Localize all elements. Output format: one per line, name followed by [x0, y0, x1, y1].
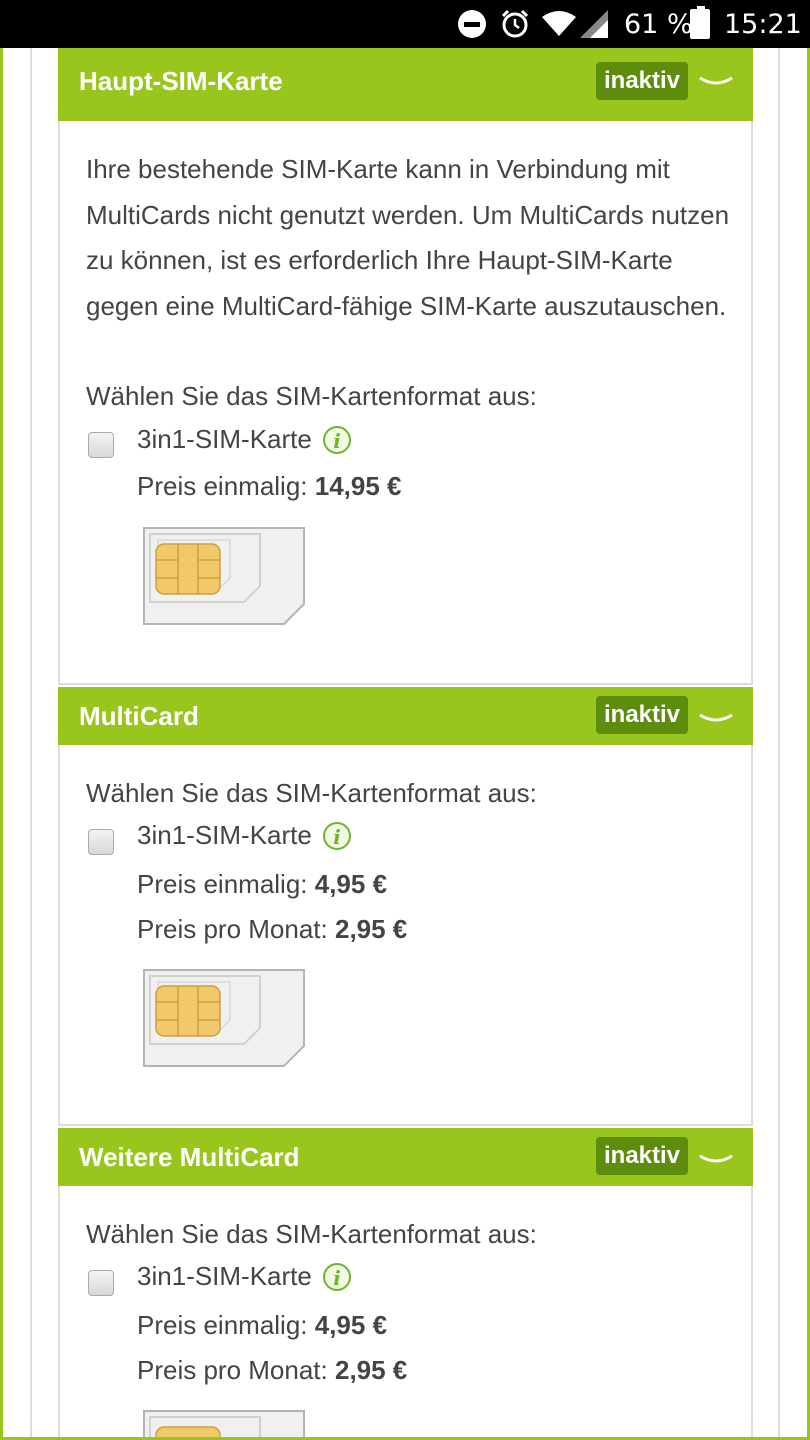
battery-percentage: 61 % [624, 8, 693, 40]
price-month: Preis pro Monat: 2,95 € [137, 1355, 407, 1386]
price-once-value: 4,95 € [314, 1310, 388, 1340]
info-icon[interactable]: i [322, 821, 352, 851]
price-once: Preis einmalig: 14,95 € [137, 471, 402, 502]
status-badge: inaktiv [596, 1137, 689, 1175]
option-label-row: 3in1-SIM-Karte i [137, 820, 352, 851]
sim-card-image [143, 969, 305, 1067]
info-icon[interactable]: i [322, 425, 352, 455]
section-header-weitere-multicard[interactable]: Weitere MultiCard inaktiv [58, 1128, 753, 1186]
section-body-haupt-sim: Ihre bestehende SIM-Karte kann in Verbin… [58, 121, 753, 685]
sim-format-checkbox[interactable] [88, 829, 114, 855]
section-header-multicard[interactable]: MultiCard inaktiv [58, 687, 753, 745]
svg-text:i: i [333, 1266, 341, 1290]
alarm-icon [500, 0, 530, 48]
price-once-value: 14,95 € [314, 471, 402, 501]
price-once: Preis einmalig: 4,95 € [137, 869, 387, 900]
do-not-disturb-icon [458, 0, 486, 48]
info-icon[interactable]: i [322, 1262, 352, 1292]
sim-format-checkbox[interactable] [88, 1270, 114, 1296]
price-once: Preis einmalig: 4,95 € [137, 1310, 387, 1341]
chevron-down-icon[interactable] [698, 70, 734, 94]
sim-card-image [143, 527, 305, 625]
divider [30, 48, 32, 1440]
divider [778, 48, 780, 1440]
section-header-haupt-sim[interactable]: Haupt-SIM-Karte inaktiv [58, 48, 753, 121]
price-once-value: 4,95 € [314, 869, 388, 899]
wifi-icon [542, 0, 576, 48]
section-body-multicard: Wählen Sie das SIM-Kartenformat aus: 3in… [58, 745, 753, 1126]
description-text: Ihre bestehende SIM-Karte kann in Verbin… [86, 154, 730, 321]
price-once-label: Preis einmalig: [137, 471, 308, 501]
clock: 15:21 [724, 8, 802, 40]
price-once-label: Preis einmalig: [137, 1310, 308, 1340]
chevron-down-icon[interactable] [698, 1148, 734, 1172]
price-month-value: 2,95 € [334, 914, 408, 944]
price-month-value: 2,95 € [334, 1355, 408, 1385]
sim-format-checkbox[interactable] [88, 432, 114, 458]
format-prompt: Wählen Sie das SIM-Kartenformat aus: [86, 381, 537, 411]
section-title: Haupt-SIM-Karte [79, 65, 283, 96]
signal-icon [580, 0, 608, 48]
price-month-label: Preis pro Monat: [137, 914, 328, 944]
status-badge: inaktiv [596, 696, 689, 734]
status-badge: inaktiv [596, 62, 689, 100]
chevron-down-icon[interactable] [698, 707, 734, 731]
option-label: 3in1-SIM-Karte [137, 1261, 312, 1291]
price-month: Preis pro Monat: 2,95 € [137, 914, 407, 945]
svg-text:i: i [333, 825, 341, 849]
price-once-label: Preis einmalig: [137, 869, 308, 899]
format-prompt: Wählen Sie das SIM-Kartenformat aus: [86, 1219, 537, 1249]
option-label: 3in1-SIM-Karte [137, 820, 312, 850]
price-month-label: Preis pro Monat: [137, 1355, 328, 1385]
format-prompt: Wählen Sie das SIM-Kartenformat aus: [86, 778, 537, 808]
option-label-row: 3in1-SIM-Karte i [137, 1261, 352, 1292]
section-body-weitere-multicard: Wählen Sie das SIM-Kartenformat aus: 3in… [58, 1186, 753, 1440]
section-title: MultiCard [79, 700, 199, 731]
svg-text:i: i [333, 429, 341, 453]
battery-icon [690, 0, 710, 48]
option-label: 3in1-SIM-Karte [137, 424, 312, 454]
section-title: Weitere MultiCard [79, 1141, 300, 1172]
status-bar: 61 % 15:21 [0, 0, 810, 48]
option-label-row: 3in1-SIM-Karte i [137, 424, 352, 455]
sim-card-image [143, 1410, 305, 1440]
